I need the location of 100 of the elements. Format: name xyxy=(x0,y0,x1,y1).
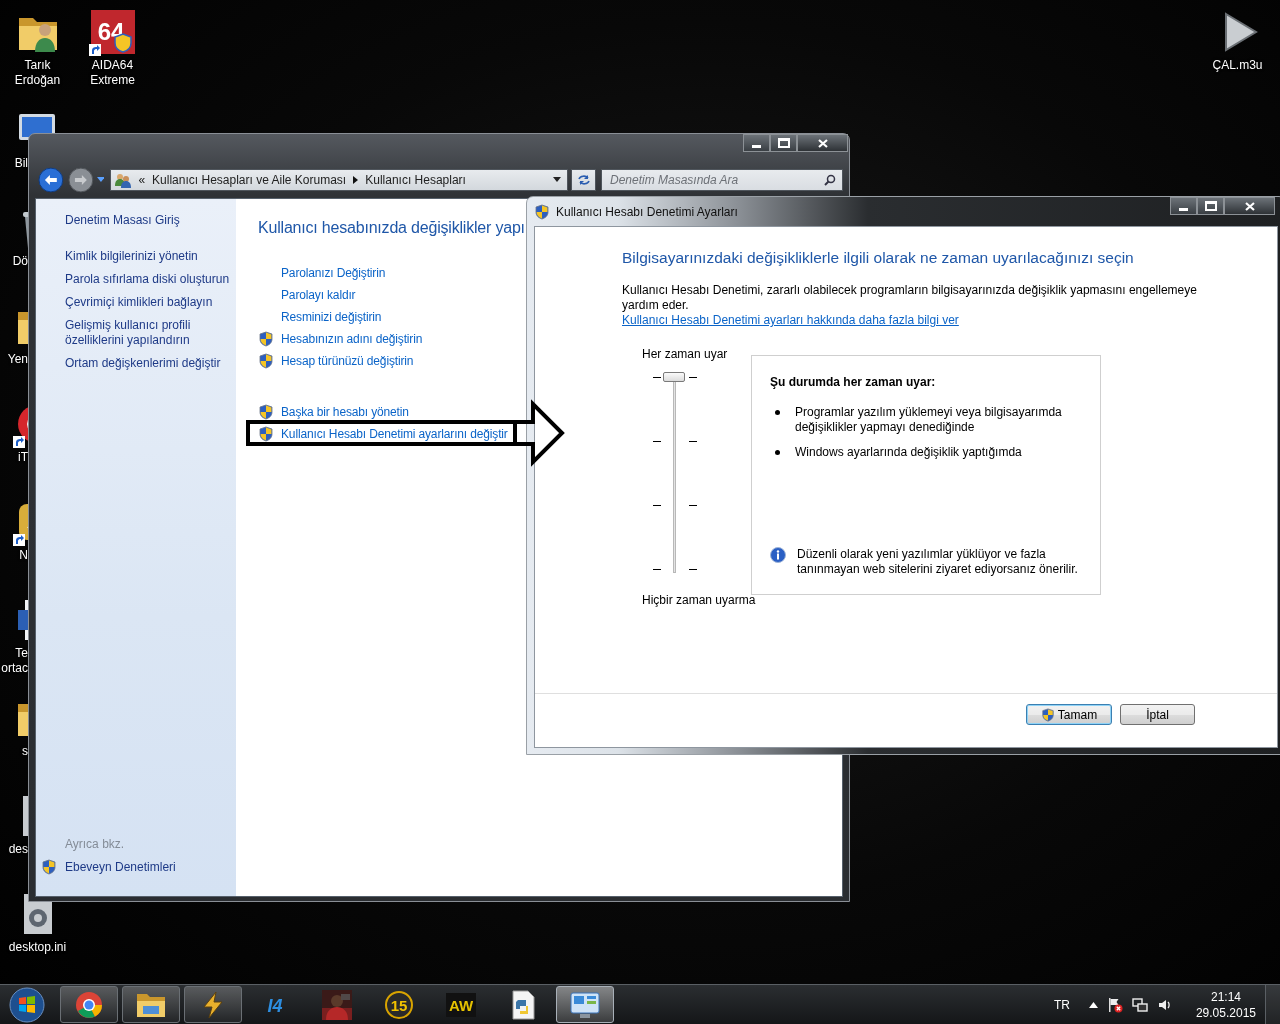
search-icon[interactable] xyxy=(824,173,836,186)
shield-icon xyxy=(41,859,57,875)
refresh-button[interactable] xyxy=(571,168,596,191)
taskbar-button[interactable] xyxy=(60,986,118,1023)
slider-label: Her zaman uyar xyxy=(642,347,728,362)
sidebar-link[interactable]: Ebeveyn Denetimleri xyxy=(65,859,176,875)
taskbar-button[interactable] xyxy=(122,986,180,1023)
task-link[interactable]: Hesap türünüzü değiştirin xyxy=(281,353,414,369)
task-link[interactable]: Resminizi değiştirin xyxy=(281,309,382,325)
icon-label[interactable]: iT xyxy=(0,450,28,465)
icon-label[interactable]: Tarık Erdoğan xyxy=(14,58,61,88)
help-link[interactable]: Kullanıcı Hesabı Denetimi ayarları hakkında daha fazla bilgi ver xyxy=(622,313,959,328)
minimize-button[interactable] xyxy=(743,134,770,152)
maximize-button[interactable] xyxy=(770,134,797,152)
tick-mark xyxy=(653,441,661,442)
search-field[interactable]: Denetim Masasında Ara xyxy=(601,168,843,191)
taskbar-button[interactable]: AW xyxy=(432,986,490,1023)
icon-label[interactable]: Bil xyxy=(0,156,28,171)
dialog-button[interactable]: İptal xyxy=(1120,704,1195,725)
shield-icon xyxy=(258,404,274,420)
close-icon xyxy=(1244,201,1255,211)
section-title: Ayrıca bkz. xyxy=(65,837,126,851)
breadcrumb-item[interactable]: Kullanıcı Hesapları ve Aile Koruması xyxy=(152,172,347,187)
icon-label[interactable]: Te ortac xyxy=(0,646,28,676)
shortcut-arrow-icon xyxy=(13,534,25,546)
icon-label[interactable]: Dö xyxy=(0,254,28,269)
page-heading: Kullanıcı hesabınızda değişiklikler yapı xyxy=(258,219,526,237)
browser-icon xyxy=(74,989,104,1020)
caret-icon[interactable] xyxy=(1088,1001,1098,1008)
bullet-icon xyxy=(775,450,780,455)
forward-button[interactable] xyxy=(67,166,94,193)
tick-mark xyxy=(689,569,697,570)
clock-date: 29.05.2015 xyxy=(1195,1004,1256,1021)
app-logo-icon: I4 xyxy=(260,992,290,1017)
maximize-button[interactable] xyxy=(1197,197,1224,215)
sidebar-link[interactable]: Gelişmiş kullanıcı profili özelliklerini yapılandırın xyxy=(65,318,236,348)
task-link[interactable]: Başka bir hesabı yönetin xyxy=(281,404,409,420)
address-bar[interactable]: « Kullanıcı Hesapları ve Aile Koruması Kullanıcı Hesapları xyxy=(110,168,569,191)
sidebar-link[interactable]: Denetim Masası Giriş xyxy=(65,213,236,228)
task-link[interactable]: Kullanıcı Hesabı Denetimi ayarlarını değiştir xyxy=(281,426,508,442)
icon-label[interactable]: s xyxy=(0,744,28,759)
tick-mark xyxy=(653,569,661,570)
language-indicator[interactable]: TR xyxy=(1053,997,1070,1012)
dropdown-caret-icon[interactable] xyxy=(553,177,562,182)
icon-label[interactable]: N xyxy=(0,548,28,563)
tick-mark xyxy=(653,505,661,506)
dialog-button[interactable]: Tamam xyxy=(1026,704,1112,725)
sidebar-link[interactable]: Ortam değişkenlerimi değiştir xyxy=(65,356,236,371)
dialog-heading: Bilgisayarınızdaki değişikliklerle ilgili olarak ne zaman uyarılacağınızı seçin xyxy=(622,249,1135,267)
icon-label[interactable]: desktop.ini xyxy=(8,940,67,955)
task-link[interactable]: Parolanızı Değiştirin xyxy=(281,265,386,281)
back-button[interactable] xyxy=(38,166,64,193)
minimize-button[interactable] xyxy=(1170,197,1197,215)
tick-mark xyxy=(689,441,697,442)
icon-label[interactable]: des xyxy=(0,842,28,857)
task-link[interactable]: Parolayı kaldır xyxy=(281,287,356,303)
icon-label[interactable]: Yen xyxy=(0,352,28,367)
taskbar-button[interactable] xyxy=(184,986,242,1023)
task-link[interactable]: Hesabınızın adını değiştirin xyxy=(281,331,423,347)
show-desktop-button[interactable] xyxy=(1265,985,1280,1024)
refresh-icon xyxy=(576,173,591,186)
app-logo-icon: AW xyxy=(446,992,476,1017)
shield-icon xyxy=(258,353,274,369)
window-title: Kullanıcı Hesabı Denetimi Ayarları xyxy=(556,204,738,219)
chevron-icon[interactable] xyxy=(353,175,359,184)
start-button[interactable] xyxy=(8,985,46,1024)
tick-mark xyxy=(689,505,697,506)
icon-label[interactable]: AIDA64 Extreme xyxy=(90,58,135,88)
taskbar-button[interactable]: I4 xyxy=(246,986,304,1023)
shield-icon xyxy=(534,203,550,220)
close-button[interactable] xyxy=(797,134,848,152)
overflow-mark[interactable]: « xyxy=(138,172,146,187)
bullet-text: Windows ayarlarında değişiklik yaptığımda xyxy=(795,445,1023,460)
bullet-text: Programlar yazılım yüklemeyi veya bilgisayarımda değişiklikler yapmayı denediğinde xyxy=(795,405,1063,435)
slider-label: Hiçbir zaman uyarma xyxy=(642,593,756,608)
sidebar-link[interactable]: Parola sıfırlama diski oluşturun xyxy=(65,272,236,287)
users-icon xyxy=(115,171,132,188)
taskbar-button[interactable] xyxy=(556,986,614,1023)
sidebar-link[interactable]: Kimlik bilgilerinizi yönetin xyxy=(65,249,236,264)
network-icon[interactable] xyxy=(1131,996,1148,1013)
breadcrumb-item[interactable]: Kullanıcı Hesapları xyxy=(365,172,466,187)
shortcut-arrow-icon xyxy=(13,436,25,448)
note-text: Düzenli olarak yeni yazılımlar yüklüyor ve fazla tanınmayan web sitelerini ziyaret ediyorsanız önerilir. xyxy=(797,547,1079,577)
clock[interactable]: 21:14 29.05.2015 xyxy=(1195,988,1256,1021)
icon-label[interactable]: ÇAL.m3u xyxy=(1212,58,1263,73)
app-logo-icon: 15 xyxy=(384,989,414,1020)
taskbar-button[interactable]: 15 xyxy=(370,986,428,1023)
shortcut-arrow-icon xyxy=(88,44,101,56)
shield-icon xyxy=(1040,707,1055,722)
clock-time: 21:14 xyxy=(1210,988,1241,1005)
flag-icon[interactable] xyxy=(1106,996,1123,1013)
slider-thumb[interactable] xyxy=(663,372,685,382)
control-panel-icon xyxy=(569,989,601,1020)
sidebar-link[interactable]: Çevrimiçi kimlikleri bağlayın xyxy=(65,295,236,310)
close-icon xyxy=(817,138,828,148)
bullet-icon xyxy=(775,410,780,415)
close-button[interactable] xyxy=(1224,197,1275,215)
description-text: Kullanıcı Hesabı Denetimi, zararlı olabilecek programların bilgisayarınızda değişiklik yapmasını engellemeye yardım eder. xyxy=(622,283,1198,313)
tick-mark xyxy=(653,377,661,378)
info-icon xyxy=(770,547,786,563)
